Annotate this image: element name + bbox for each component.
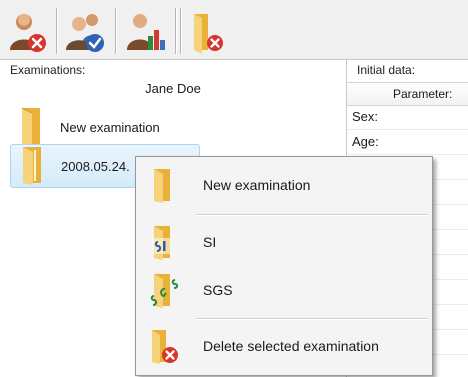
toolbar <box>0 0 468 60</box>
folder-icon <box>154 169 170 203</box>
folder-delete-icon <box>194 14 223 54</box>
delete-examination-button[interactable] <box>186 10 230 54</box>
exam-item-label: 2008.05.24. <box>61 159 130 174</box>
parameter-header-label: Parameter: <box>393 87 453 101</box>
toolbar-separator <box>180 8 181 54</box>
users-check-icon <box>66 14 104 52</box>
grid-row-label: Sex: <box>352 109 379 124</box>
folder-delete-icon <box>152 330 178 364</box>
user-chart-icon <box>127 14 165 50</box>
user-delete-icon <box>10 14 46 52</box>
folder-icon <box>21 107 40 146</box>
grid-row-label: Age: <box>352 134 379 149</box>
sgs-folder-icon <box>150 274 179 308</box>
confirm-patients-button[interactable] <box>64 10 108 54</box>
menu-item-sgs[interactable]: SGS <box>138 266 428 314</box>
grid-row[interactable]: Sex: <box>347 105 468 130</box>
examinations-label: Examinations: <box>10 63 86 77</box>
patient-statistics-button[interactable] <box>124 10 168 54</box>
menu-item-label: Delete selected examination <box>203 338 379 354</box>
menu-item-si[interactable]: SI <box>138 218 428 266</box>
menu-item-label: New examination <box>203 177 311 193</box>
remove-patient-button[interactable] <box>6 10 50 54</box>
menu-item-delete-examination[interactable]: Delete selected examination <box>138 322 428 370</box>
toolbar-separator <box>175 8 176 54</box>
menu-item-label: SI <box>203 234 217 250</box>
menu-item-label: SGS <box>203 282 233 298</box>
patient-name: Jane Doe <box>145 81 201 96</box>
toolbar-separator <box>56 8 57 54</box>
context-menu: New examination SI SGS Delete selected e… <box>135 156 433 376</box>
menu-separator <box>196 214 428 216</box>
toolbar-separator <box>115 8 116 54</box>
folder-open-icon <box>23 147 41 185</box>
parameter-column-header[interactable]: Parameter: <box>347 82 468 106</box>
menu-separator <box>196 318 428 320</box>
grid-row[interactable]: Age: <box>347 130 468 155</box>
exam-item-new[interactable]: New examination <box>10 106 210 148</box>
initial-data-label: Initial data: <box>357 63 416 77</box>
menu-item-new-examination[interactable]: New examination <box>138 161 428 209</box>
si-folder-icon <box>152 226 172 260</box>
exam-item-label: New examination <box>60 120 160 135</box>
